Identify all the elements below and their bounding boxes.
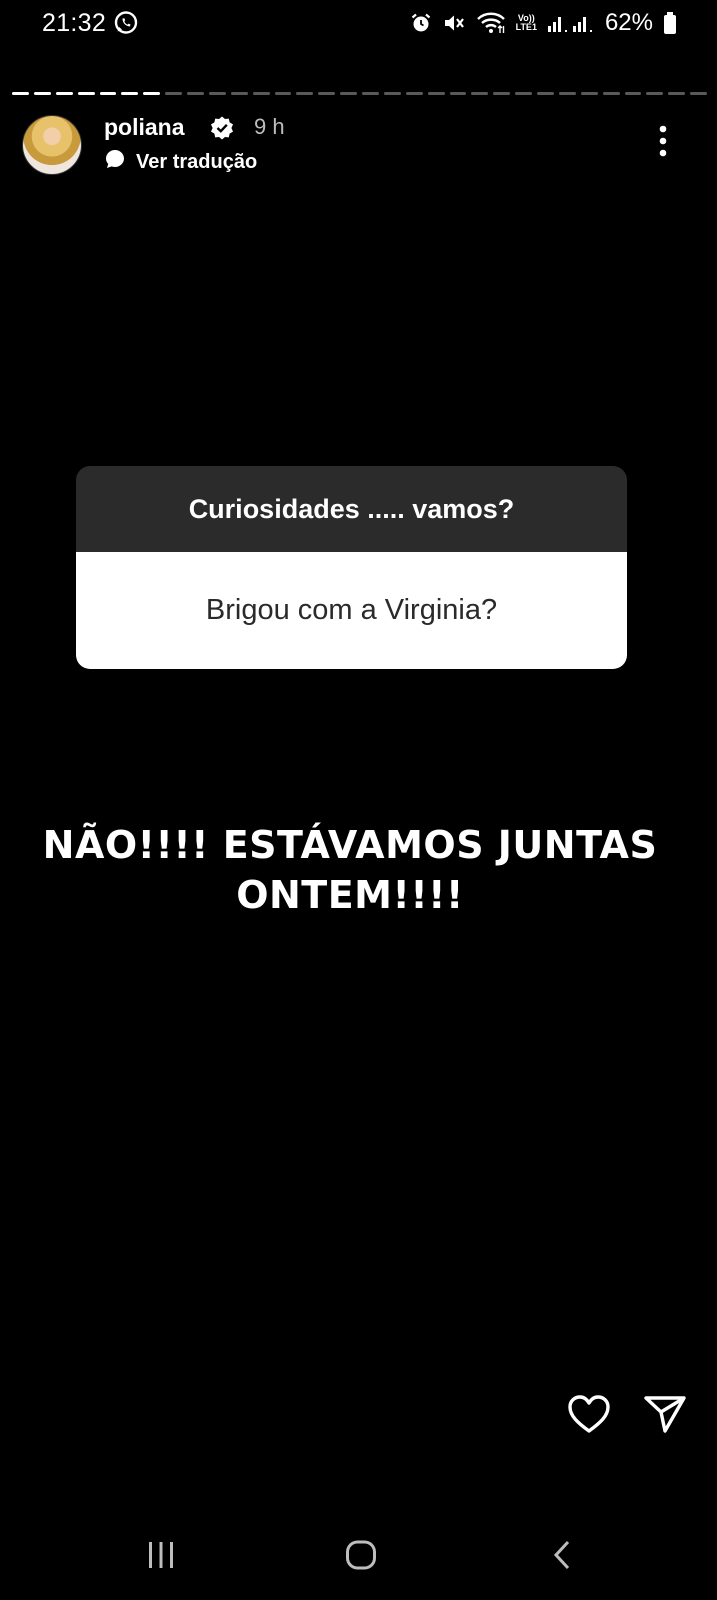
heart-icon[interactable] [566, 1393, 612, 1440]
story-progress-segment [121, 92, 139, 95]
mute-icon [442, 12, 466, 34]
status-time: 21:32 [42, 9, 107, 37]
story-progress-segment [33, 92, 51, 95]
battery-level: 62% [604, 9, 653, 36]
story-progress-segment [668, 92, 686, 95]
username[interactable]: poliana [104, 114, 185, 141]
answer-line-1: NÃO!!!! ESTÁVAMOS JUNTAS [42, 823, 658, 867]
story-progress-segment [55, 92, 73, 95]
story-progress-segment [580, 92, 598, 95]
send-icon[interactable] [643, 1393, 687, 1440]
story-progress-segment [558, 92, 576, 95]
answer-text: NÃO!!!! ESTÁVAMOS JUNTAS ONTEM!!!! [20, 820, 680, 920]
story-progress-segment [12, 92, 29, 95]
story-progress-segment [646, 92, 664, 95]
back-icon[interactable] [551, 1540, 573, 1575]
question-sticker-title: Curiosidades ..... vamos? [76, 466, 627, 552]
whatsapp-icon [113, 10, 139, 41]
story-progress-segment [318, 92, 336, 95]
story-progress-segment [208, 92, 226, 95]
story-progress-segment [362, 92, 379, 95]
story-progress-segment [230, 92, 248, 95]
story-progress-segment [340, 92, 357, 95]
avatar[interactable] [22, 115, 82, 175]
story-progress-segment [383, 92, 401, 95]
story-progress-segment [493, 92, 511, 95]
story-progress-segment [427, 92, 445, 95]
story-progress-segment [515, 92, 532, 95]
story-progress-bar [12, 92, 707, 96]
status-bar: 21:32 Vo)) LTE1 62% [0, 0, 717, 52]
story-progress-segment [296, 92, 314, 95]
story-progress-segment [77, 92, 95, 95]
verified-badge-icon [209, 115, 235, 146]
home-icon[interactable] [345, 1540, 377, 1575]
question-sticker-question: Brigou com a Virginia? [76, 552, 627, 669]
wifi-icon [476, 11, 506, 35]
translate-button[interactable]: Ver tradução [104, 148, 257, 176]
recent-apps-icon[interactable] [146, 1541, 176, 1574]
story-progress-segment [99, 92, 117, 95]
lte-indicator: Vo)) LTE1 [515, 13, 537, 32]
story-progress-segment [252, 92, 270, 95]
story-progress-segment [143, 92, 161, 95]
battery-icon [663, 11, 677, 35]
story-progress-segment [449, 92, 467, 95]
translate-label: Ver tradução [136, 150, 258, 173]
question-sticker[interactable]: Curiosidades ..... vamos? Brigou com a V… [76, 466, 627, 669]
story-progress-segment [602, 92, 620, 95]
story-progress-segment [165, 92, 182, 95]
story-progress-segment [187, 92, 204, 95]
alarm-icon [410, 12, 432, 34]
story-progress-segment [537, 92, 554, 95]
story-progress-segment [405, 92, 423, 95]
story-progress-segment [471, 92, 489, 95]
translate-bubble-icon [104, 148, 126, 176]
story-progress-segment [690, 92, 707, 95]
answer-line-2: ONTEM!!!! [236, 873, 464, 917]
signal-icon [547, 12, 595, 34]
story-time: 9 h [254, 114, 285, 139]
story-progress-segment [274, 92, 292, 95]
more-vertical-icon[interactable] [659, 125, 667, 162]
story-progress-segment [624, 92, 642, 95]
